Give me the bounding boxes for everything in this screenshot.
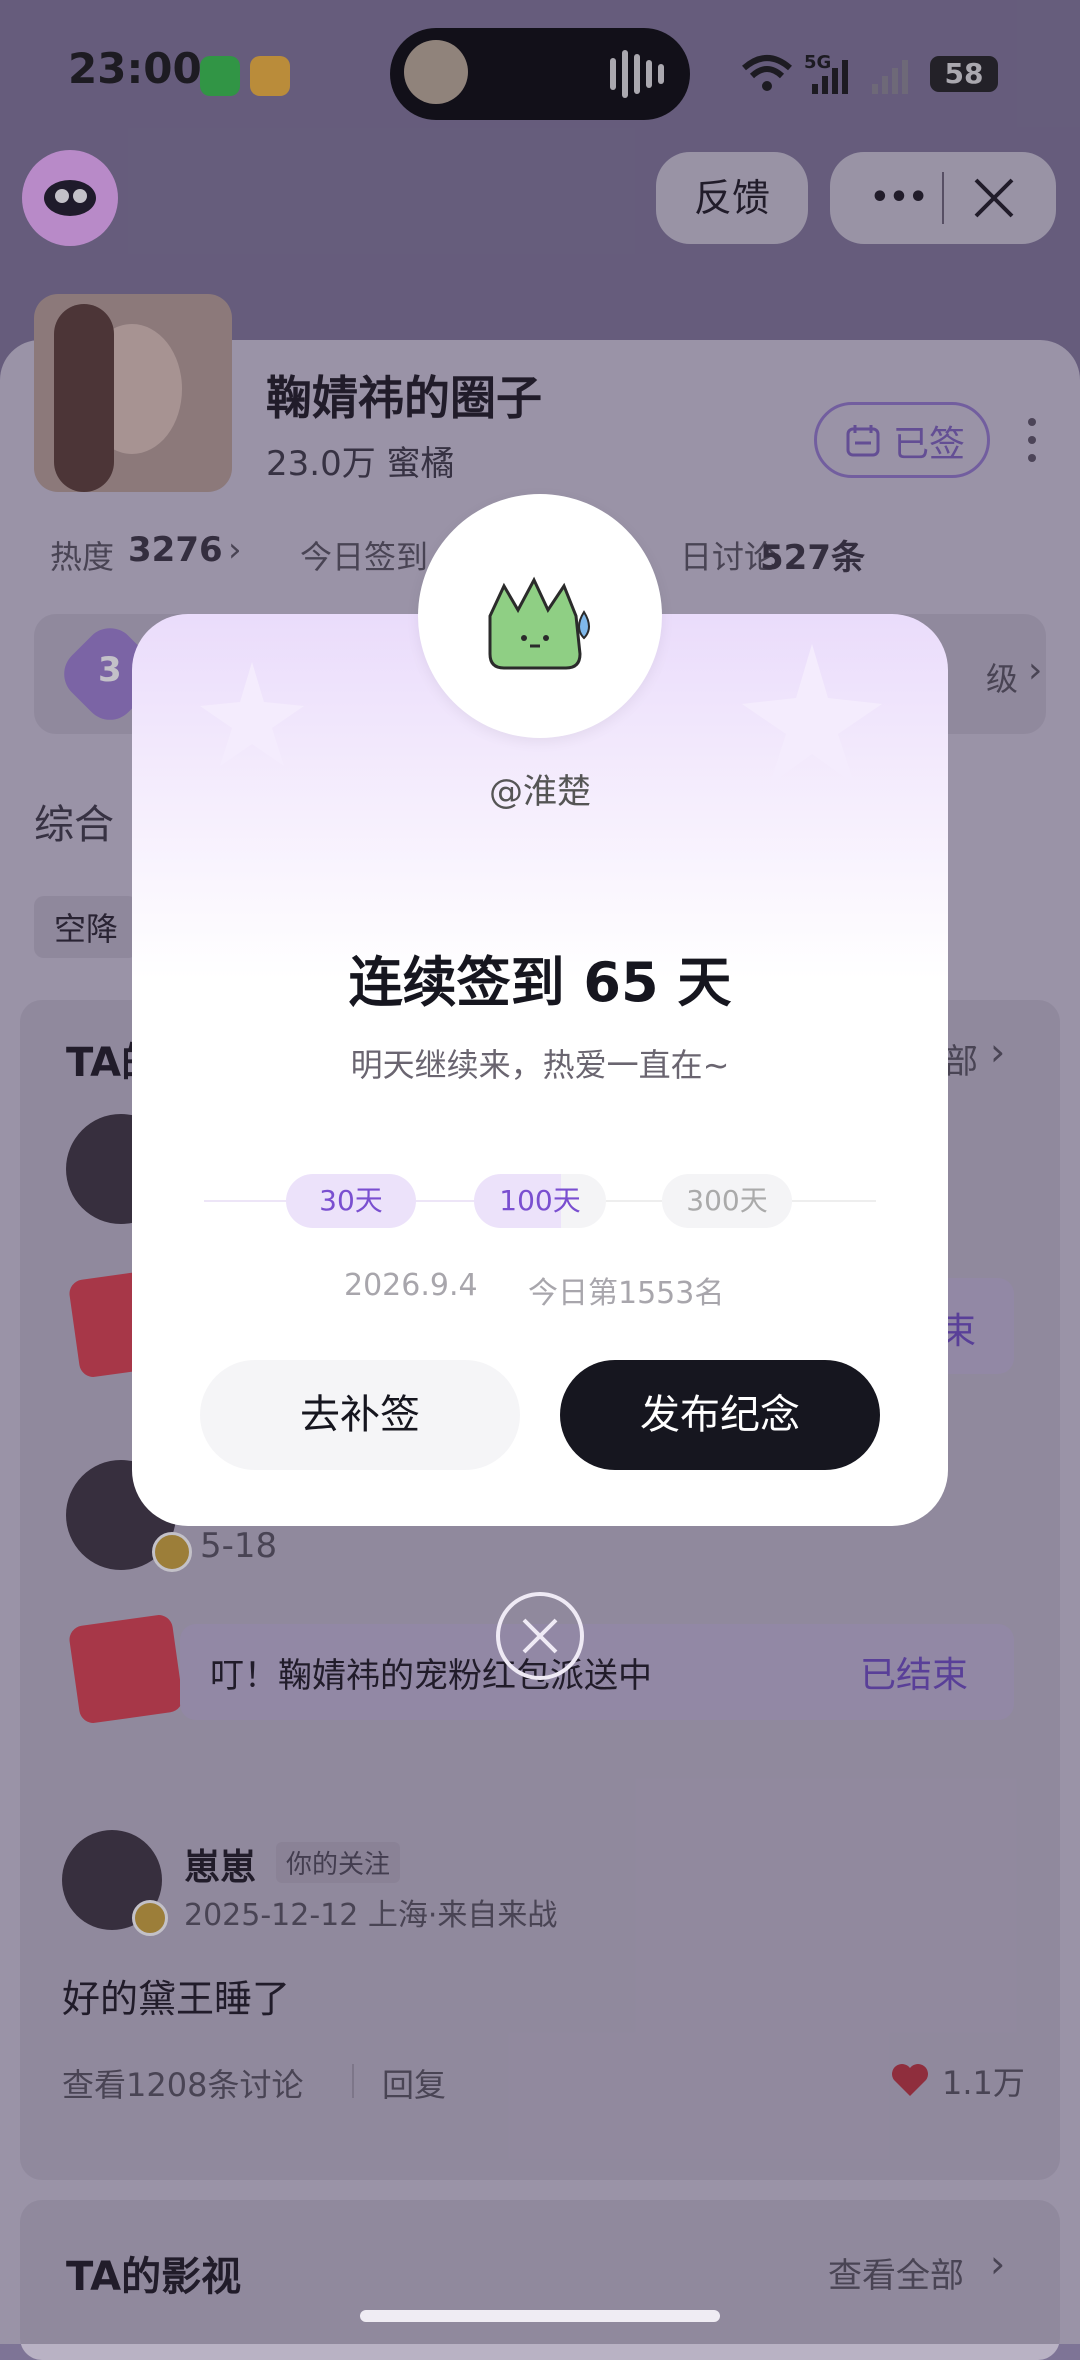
modal-headline: 连续签到 65 天 (348, 951, 732, 1014)
milestone-100: 100天 (474, 1174, 606, 1228)
star-decoration-icon (200, 662, 304, 766)
makeup-sign-button[interactable]: 去补签 (200, 1360, 520, 1470)
modal-username: @淮楚 (489, 772, 591, 812)
home-indicator[interactable] (360, 2310, 720, 2322)
milestone-300: 300天 (662, 1174, 792, 1228)
user-avatar[interactable] (418, 494, 662, 738)
modal-close-button[interactable] (496, 1592, 584, 1680)
signin-rank: 今日第1553名 (528, 1276, 725, 1311)
milestone-30: 30天 (286, 1174, 416, 1228)
close-icon (522, 1618, 558, 1654)
signin-date: 2026.9.4 (344, 1268, 478, 1303)
modal-subtitle: 明天继续来，热爱一直在~ (350, 1046, 730, 1084)
plant-mascot-icon (488, 576, 590, 670)
publish-memorial-button[interactable]: 发布纪念 (560, 1360, 880, 1470)
